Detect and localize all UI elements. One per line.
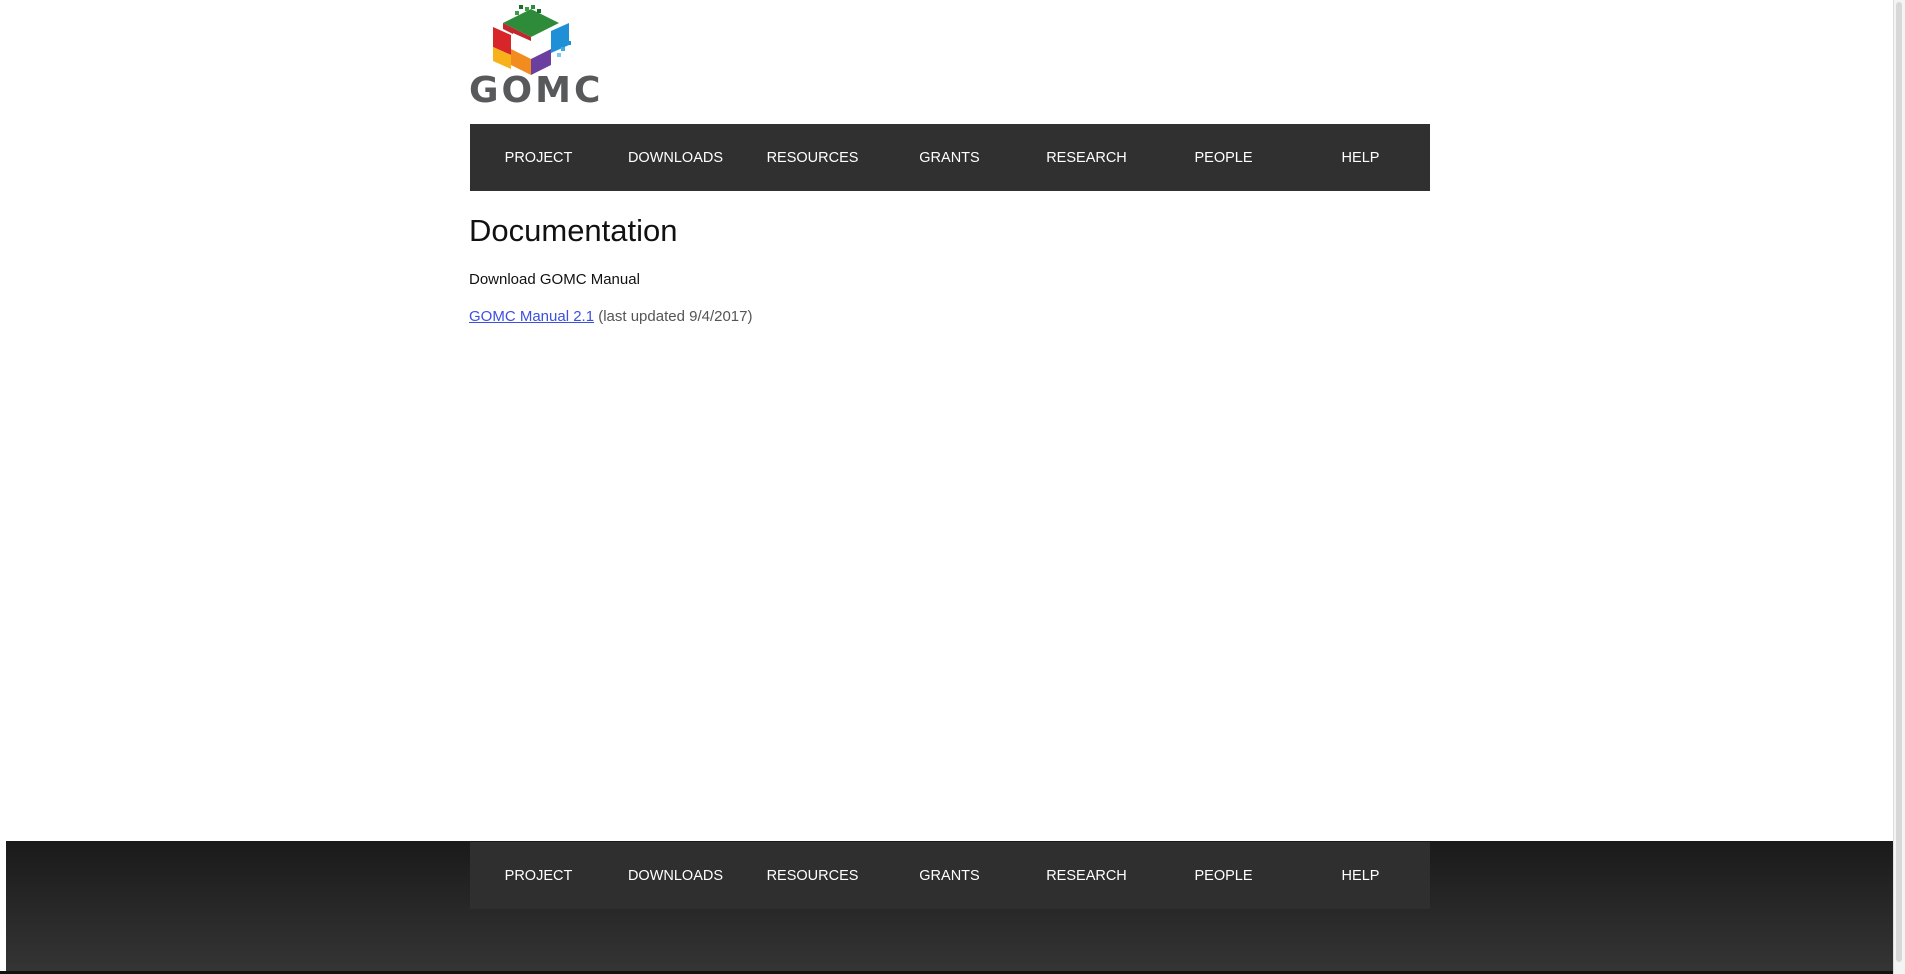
footer-nav: PROJECT DOWNLOADS RESOURCES GRANTS RESEA… [470, 842, 1430, 909]
footer-nav-item-research[interactable]: RESEARCH [1018, 868, 1155, 884]
footer-nav-item-grants[interactable]: GRANTS [881, 868, 1018, 884]
nav-item-help[interactable]: HELP [1292, 150, 1429, 166]
manual-subheading: Download GOMC Manual [469, 271, 640, 289]
main-content: Documentation Download GOMC Manual GOMC … [469, 212, 1429, 325]
footer-nav-item-project[interactable]: PROJECT [470, 868, 607, 884]
footer-nav-item-resources[interactable]: RESOURCES [744, 868, 881, 884]
nav-item-people[interactable]: PEOPLE [1155, 150, 1292, 166]
manual-download-link[interactable]: GOMC Manual 2.1 [469, 308, 594, 325]
manual-updated-note: (last updated 9/4/2017) [594, 308, 753, 326]
manual-entry: GOMC Manual 2.1 (last updated 9/4/2017) [469, 308, 1429, 325]
page-title: Documentation [469, 213, 678, 248]
nav-item-research[interactable]: RESEARCH [1018, 150, 1155, 166]
page: GOMC PROJECT DOWNLOADS RESOURCES GRANTS … [0, 0, 1905, 974]
nav-item-downloads[interactable]: DOWNLOADS [607, 150, 744, 166]
nav-item-project[interactable]: PROJECT [470, 150, 607, 166]
gomc-cube-logo-icon [493, 5, 571, 75]
scrollbar-thumb[interactable] [1896, 2, 1902, 962]
footer-nav-item-help[interactable]: HELP [1292, 868, 1429, 884]
main-nav: PROJECT DOWNLOADS RESOURCES GRANTS RESEA… [470, 124, 1430, 191]
vertical-scrollbar[interactable] [1893, 0, 1905, 974]
logo-text: GOMC [469, 70, 604, 111]
nav-item-resources[interactable]: RESOURCES [744, 150, 881, 166]
footer-nav-item-downloads[interactable]: DOWNLOADS [607, 868, 744, 884]
site-logo[interactable]: GOMC [469, 5, 600, 109]
footer-nav-item-people[interactable]: PEOPLE [1155, 868, 1292, 884]
nav-item-grants[interactable]: GRANTS [881, 150, 1018, 166]
